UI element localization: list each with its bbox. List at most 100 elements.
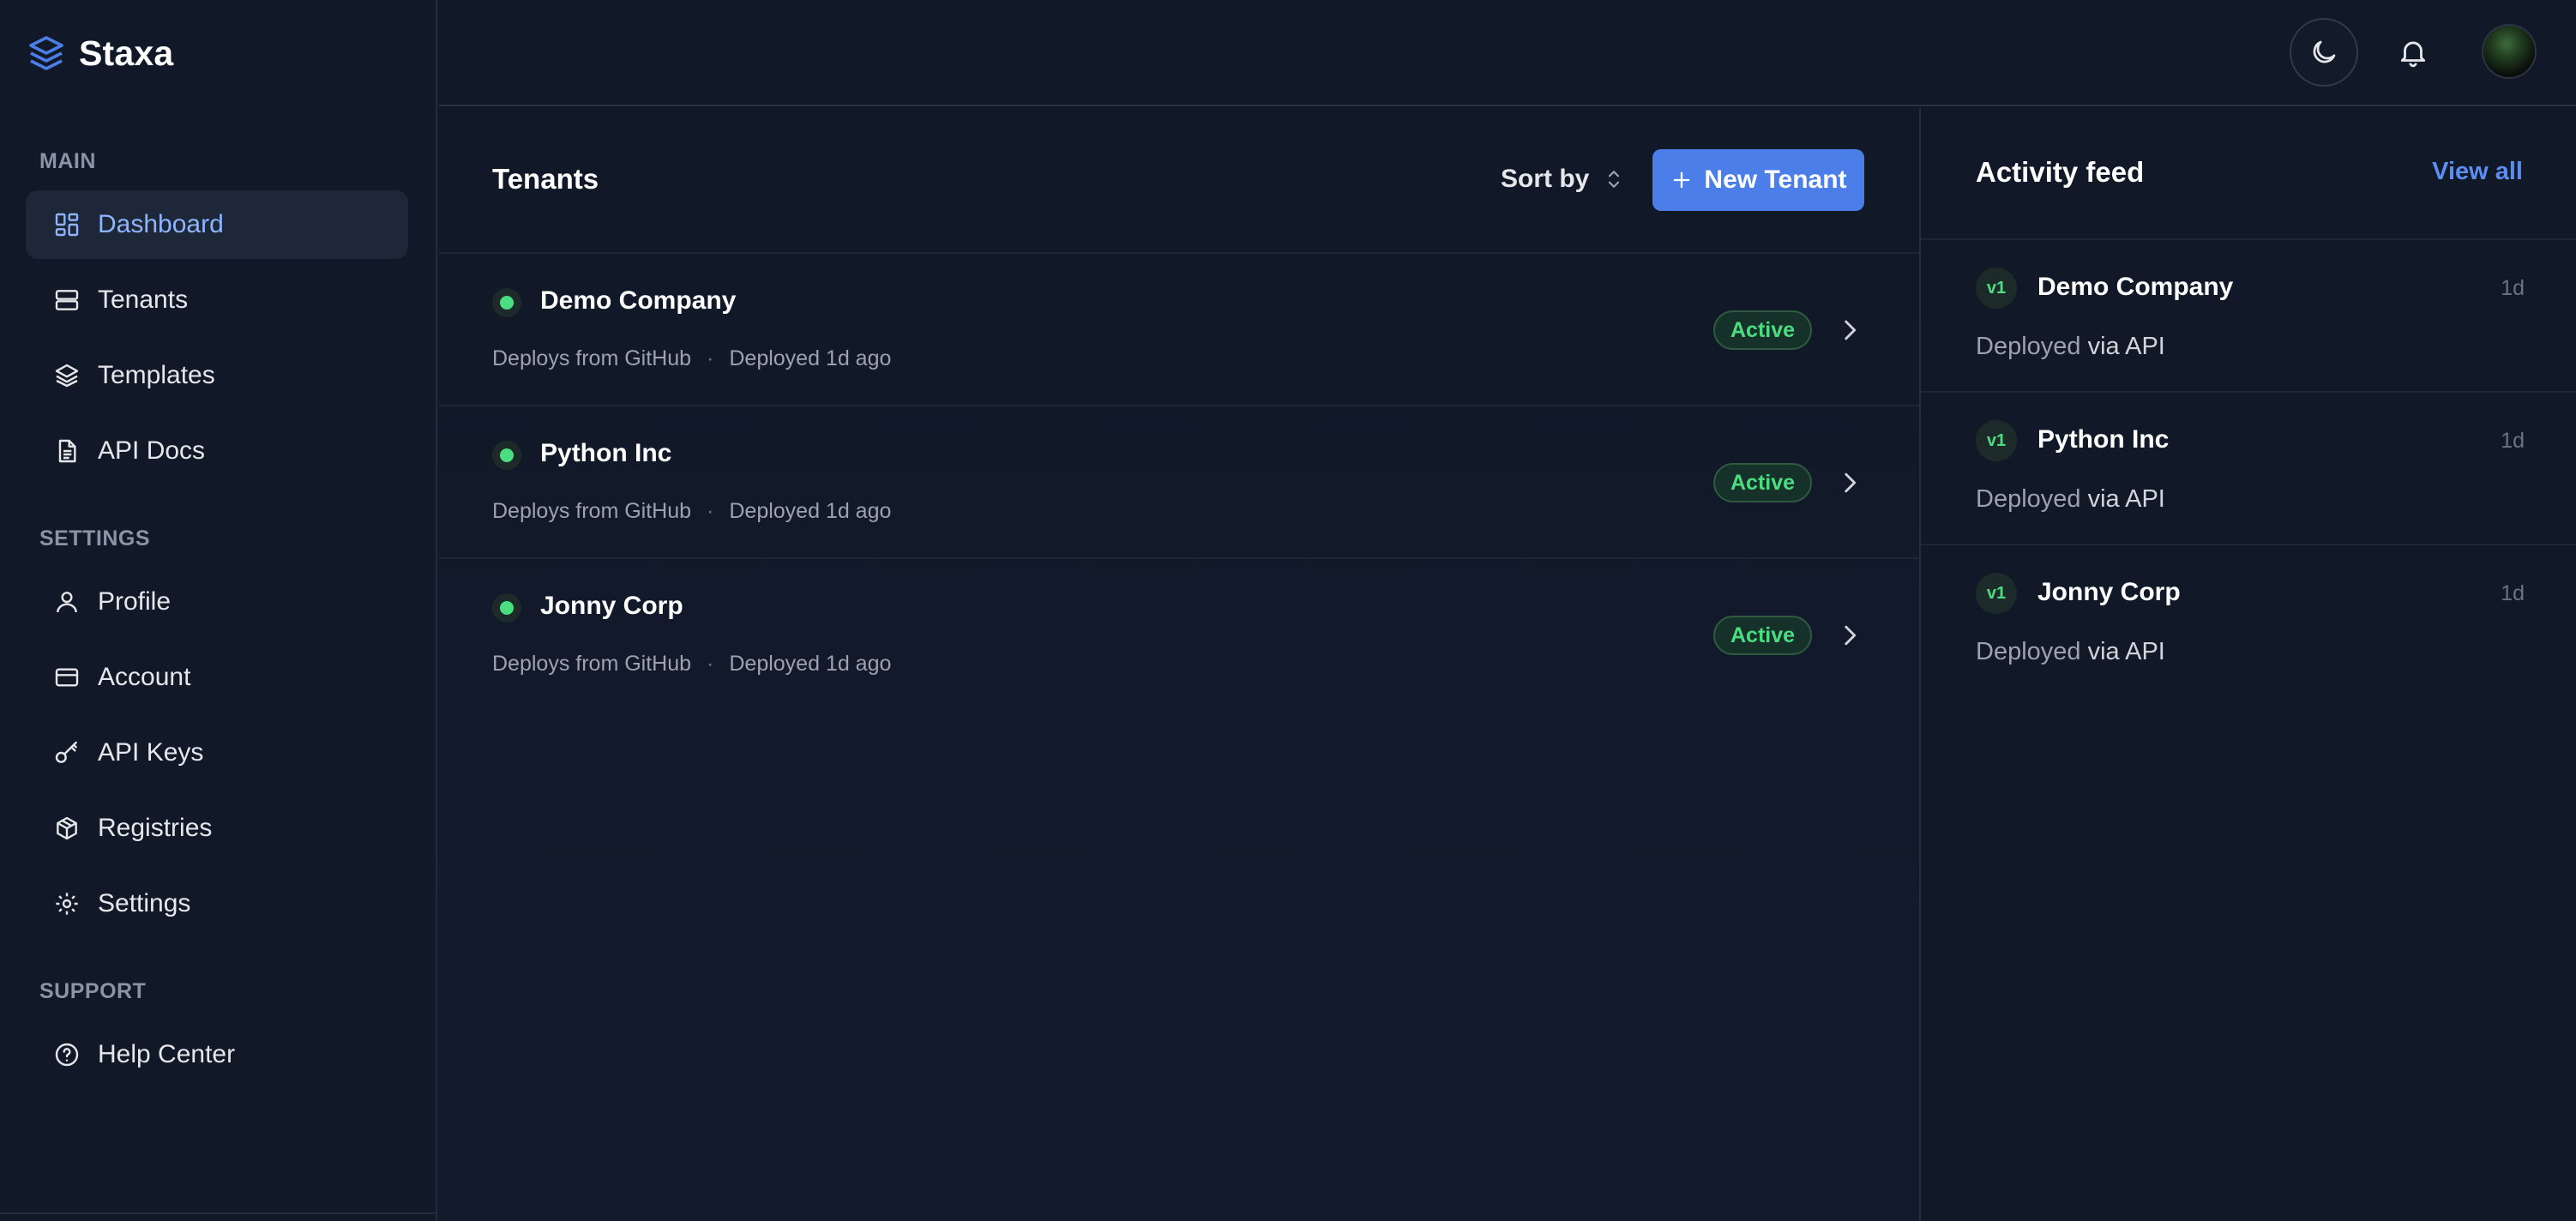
- tenant-row[interactable]: Demo Company Deploys from GitHub · Deplo…: [439, 252, 1919, 405]
- sidebar: Staxa MAIN Dashboard Tenants Templates A…: [0, 0, 437, 1221]
- meta-separator: ·: [707, 346, 714, 370]
- activity-action: Deployed: [1976, 485, 2081, 513]
- notifications-button[interactable]: [2387, 27, 2439, 78]
- view-all-link[interactable]: View all: [2432, 158, 2523, 186]
- activity-via: via API: [2087, 485, 2165, 513]
- activity-time: 1d: [2501, 276, 2525, 300]
- tenant-deployed: Deployed 1d ago: [729, 346, 892, 370]
- sidebar-divider: [0, 1212, 436, 1214]
- sort-by-button[interactable]: Sort by: [1501, 165, 1627, 194]
- sidebar-item-label: Dashboard: [98, 210, 224, 238]
- sidebar-item-label: Registries: [98, 814, 213, 842]
- theme-toggle-button[interactable]: [2290, 18, 2358, 87]
- tenant-meta: Deploys from GitHub · Deployed 1d ago: [492, 652, 891, 677]
- tenant-row[interactable]: Jonny Corp Deploys from GitHub · Deploye…: [439, 557, 1919, 710]
- activity-action: Deployed: [1976, 638, 2081, 665]
- credit-card-icon: [53, 664, 81, 691]
- moon-icon: [2313, 40, 2336, 63]
- activity-via: via API: [2087, 333, 2165, 360]
- activity-feed-title: Activity feed: [1976, 156, 2145, 188]
- sidebar-item-account[interactable]: Account: [26, 643, 408, 712]
- tenant-name: Jonny Corp: [540, 592, 683, 620]
- activity-tenant-name: Demo Company: [2037, 273, 2234, 301]
- chevron-right-icon[interactable]: [1835, 468, 1864, 497]
- activity-description: Deployed via API: [1976, 333, 2165, 361]
- tenant-source: Deploys from GitHub: [492, 652, 692, 676]
- sort-by-label: Sort by: [1501, 165, 1590, 193]
- activity-item[interactable]: v1 Jonny Corp 1d Deployed via API: [1921, 544, 2576, 696]
- sidebar-item-label: Profile: [98, 587, 172, 616]
- key-icon: [53, 739, 81, 767]
- version-badge: v1: [1976, 420, 2017, 461]
- tenant-name: Demo Company: [540, 286, 737, 315]
- sidebar-item-help-center[interactable]: Help Center: [26, 1020, 408, 1089]
- bell-icon: [2400, 41, 2426, 68]
- version-badge: v1: [1976, 573, 2017, 614]
- activity-feed-panel: Activity feed View all v1 Demo Company 1…: [1919, 108, 2576, 1221]
- sidebar-item-tenants[interactable]: Tenants: [26, 266, 408, 334]
- app-root: Staxa MAIN Dashboard Tenants Templates A…: [0, 0, 2576, 1221]
- tenant-source: Deploys from GitHub: [492, 499, 692, 523]
- activity-via: via API: [2087, 638, 2165, 665]
- status-dot: [492, 288, 521, 317]
- sidebar-item-label: Settings: [98, 889, 191, 917]
- tenant-meta: Deploys from GitHub · Deployed 1d ago: [492, 499, 891, 524]
- top-bar: [439, 0, 2576, 106]
- status-badge: Active: [1713, 463, 1813, 502]
- tenant-meta: Deploys from GitHub · Deployed 1d ago: [492, 346, 891, 371]
- sidebar-item-api-keys[interactable]: API Keys: [26, 719, 408, 787]
- server-icon: [53, 286, 81, 314]
- tenant-source: Deploys from GitHub: [492, 346, 692, 370]
- activity-item[interactable]: v1 Python Inc 1d Deployed via API: [1921, 391, 2576, 544]
- layers-icon: [53, 362, 81, 389]
- activity-action: Deployed: [1976, 333, 2081, 360]
- activity-time: 1d: [2501, 429, 2525, 453]
- section-title-support: SUPPORT: [39, 979, 147, 1003]
- sidebar-item-profile[interactable]: Profile: [26, 568, 408, 636]
- sidebar-item-label: Help Center: [98, 1040, 236, 1068]
- gear-icon: [53, 890, 81, 917]
- sidebar-item-label: Tenants: [98, 286, 189, 314]
- activity-time: 1d: [2501, 581, 2525, 605]
- sidebar-item-label: Account: [98, 663, 191, 691]
- logo[interactable]: Staxa: [26, 31, 173, 75]
- activity-item[interactable]: v1 Demo Company 1d Deployed via API: [1921, 238, 2576, 391]
- status-badge: Active: [1713, 310, 1813, 350]
- sidebar-item-label: API Keys: [98, 738, 204, 767]
- avatar[interactable]: [2482, 24, 2537, 79]
- section-title-settings: SETTINGS: [39, 526, 151, 550]
- meta-separator: ·: [707, 652, 714, 676]
- meta-separator: ·: [707, 499, 714, 523]
- sidebar-item-templates[interactable]: Templates: [26, 341, 408, 410]
- sidebar-item-label: API Docs: [98, 436, 206, 465]
- tenant-row[interactable]: Python Inc Deploys from GitHub · Deploye…: [439, 405, 1919, 557]
- plus-icon: [1674, 171, 1690, 189]
- sidebar-item-registries[interactable]: Registries: [26, 794, 408, 863]
- new-tenant-button[interactable]: New Tenant: [1652, 149, 1864, 211]
- section-title-main: MAIN: [39, 149, 96, 173]
- new-tenant-label: New Tenant: [1704, 165, 1847, 194]
- sidebar-item-label: Templates: [98, 361, 215, 389]
- status-dot: [492, 593, 521, 623]
- version-badge: v1: [1976, 268, 2017, 309]
- sidebar-item-dashboard[interactable]: Dashboard: [26, 190, 408, 259]
- chevron-right-icon[interactable]: [1835, 316, 1864, 345]
- chevron-up-down-icon: [1609, 171, 1620, 188]
- sidebar-item-api-docs[interactable]: API Docs: [26, 417, 408, 485]
- document-icon: [53, 437, 81, 465]
- sidebar-item-settings[interactable]: Settings: [26, 869, 408, 938]
- app-name: Staxa: [79, 33, 174, 73]
- chevron-right-icon[interactable]: [1835, 621, 1864, 650]
- activity-tenant-name: Python Inc: [2037, 425, 2170, 454]
- tenant-name: Python Inc: [540, 439, 672, 467]
- help-circle-icon: [53, 1041, 81, 1068]
- package-icon: [53, 815, 81, 842]
- activity-description: Deployed via API: [1976, 485, 2165, 514]
- tenants-panel: Tenants Sort by New Tenant Demo Company …: [439, 108, 1919, 1221]
- status-badge: Active: [1713, 616, 1813, 655]
- stack-logo-icon: [29, 36, 63, 70]
- tenant-deployed: Deployed 1d ago: [729, 652, 892, 676]
- dashboard-icon: [53, 211, 81, 238]
- user-icon: [53, 588, 81, 616]
- tenants-title: Tenants: [492, 163, 599, 195]
